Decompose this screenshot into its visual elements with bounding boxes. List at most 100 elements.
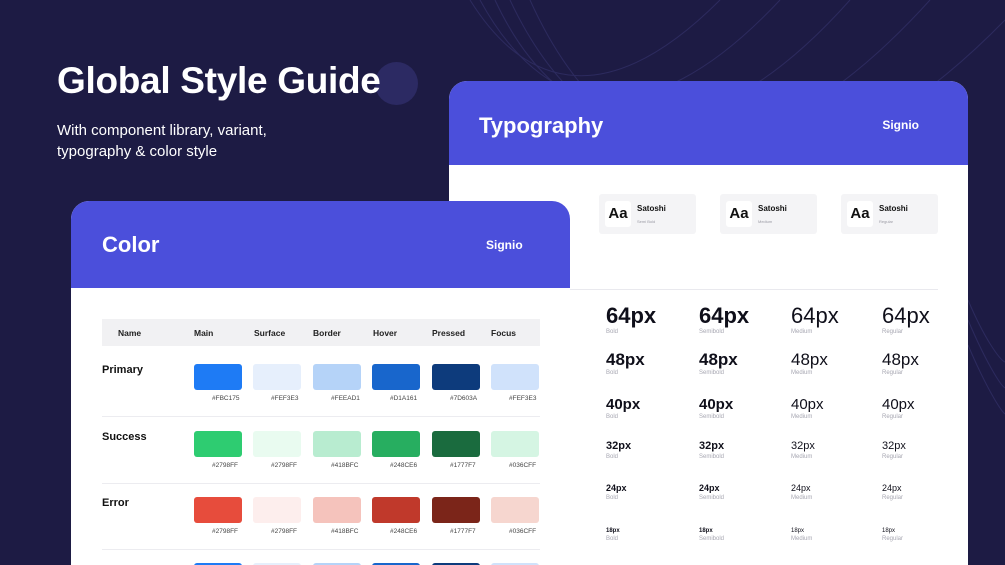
type-sample: 40px Bold: [606, 397, 640, 420]
type-weight-label: Bold: [606, 329, 619, 335]
font-glyph: Aa: [847, 201, 873, 227]
color-swatch[interactable]: [253, 364, 301, 390]
color-swatch[interactable]: [313, 431, 361, 457]
type-sample: 24px Medium: [791, 483, 812, 502]
color-hex-label: #FBC175: [212, 395, 240, 402]
color-swatch[interactable]: [372, 497, 420, 523]
column-header-surface: Surface: [254, 328, 286, 338]
type-size-label: 64px: [882, 303, 930, 328]
brand-name: Signio: [486, 238, 523, 252]
color-hex-label: #248CE6: [390, 528, 418, 535]
column-header-pressed: Pressed: [432, 328, 466, 338]
color-swatch[interactable]: [253, 497, 301, 523]
font-weight: Regular: [879, 219, 894, 224]
type-size-label: 24px: [791, 483, 811, 493]
type-sample: 18px Medium: [791, 528, 812, 542]
type-size-label: 24px: [606, 483, 627, 493]
color-hex-label: #2798FF: [271, 462, 298, 469]
font-name: Satoshi: [879, 204, 908, 213]
type-sample: 24px Bold: [606, 483, 627, 502]
font-name: Satoshi: [758, 204, 787, 213]
color-swatch[interactable]: [194, 364, 242, 390]
column-header-border: Border: [313, 328, 341, 338]
brand-name: Signio: [882, 118, 919, 132]
color-table-header: Name Main Surface Border Hover Pressed F…: [102, 319, 540, 346]
type-size-label: 18px: [699, 528, 713, 534]
type-weight-label: Medium: [791, 414, 813, 420]
type-weight-label: Semibold: [699, 536, 725, 542]
type-weight-label: Medium: [791, 329, 813, 335]
color-swatch[interactable]: [432, 497, 480, 523]
color-swatch[interactable]: [313, 497, 361, 523]
type-size-label: 18px: [606, 528, 620, 534]
color-swatch[interactable]: [194, 497, 242, 523]
font-sample[interactable]: Aa Satoshi Regular: [841, 194, 938, 234]
type-sample: 48px Bold: [606, 351, 645, 376]
type-sample: 40px Regular: [882, 397, 915, 420]
color-hex-label: #FEF3E3: [509, 395, 537, 402]
color-hex-label: #7D603A: [450, 395, 478, 402]
type-weight-label: Bold: [606, 495, 619, 501]
type-size-label: 40px: [882, 396, 915, 413]
type-size-label: 18px: [791, 528, 805, 534]
type-size-label: 32px: [699, 440, 725, 452]
type-size-label: 18px: [882, 528, 896, 534]
color-swatch[interactable]: [313, 364, 361, 390]
type-sample: 64px Semibold: [699, 305, 749, 336]
type-size-label: 24px: [699, 483, 720, 493]
column-header-name: Name: [118, 328, 142, 338]
color-swatch[interactable]: [432, 364, 480, 390]
type-weight-label: Regular: [882, 329, 904, 335]
color-card: Color Signio Name Main Surface Border Ho…: [71, 201, 570, 565]
color-swatch[interactable]: [432, 431, 480, 457]
color-hex-label: #418BFC: [331, 528, 359, 535]
type-weight-label: Semibold: [699, 414, 725, 420]
type-sample: 32px Bold: [606, 441, 631, 461]
font-sample[interactable]: Aa Satoshi Semi Bold: [599, 194, 696, 234]
type-size-label: 24px: [882, 483, 902, 493]
font-sample[interactable]: Aa Satoshi Medium: [720, 194, 817, 234]
font-weight: Semi Bold: [637, 219, 656, 224]
color-swatch[interactable]: [491, 497, 539, 523]
type-sample: 48px Medium: [791, 351, 828, 376]
color-hex-label: #248CE6: [390, 462, 418, 469]
font-weight: Medium: [758, 219, 773, 224]
color-hex-label: #D1A161: [390, 395, 418, 402]
color-swatch[interactable]: [253, 431, 301, 457]
font-glyph: Aa: [605, 201, 631, 227]
type-size-label: 40px: [791, 396, 824, 413]
color-hex-label: #1777F7: [450, 462, 476, 469]
type-weight-label: Regular: [882, 414, 904, 420]
type-weight-label: Medium: [791, 370, 813, 376]
color-swatch[interactable]: [491, 364, 539, 390]
color-swatch[interactable]: [491, 431, 539, 457]
type-weight-label: Regular: [882, 536, 904, 542]
type-weight-label: Medium: [791, 454, 813, 460]
decorative-circle: [375, 62, 418, 105]
column-header-focus: Focus: [491, 328, 517, 338]
type-size-label: 48px: [791, 350, 828, 369]
font-name: Satoshi: [637, 204, 666, 213]
color-swatch[interactable]: [372, 364, 420, 390]
type-sample: 32px Medium: [791, 441, 815, 461]
color-hex-label: #036CFF: [509, 528, 537, 535]
column-header-hover: Hover: [373, 328, 398, 338]
type-sample: 24px Semibold: [699, 483, 724, 502]
type-sample: 18px Regular: [882, 528, 903, 542]
color-swatch[interactable]: [372, 431, 420, 457]
type-sample: 24px Regular: [882, 483, 903, 502]
color-swatch[interactable]: [194, 431, 242, 457]
type-sample: 18px Bold: [606, 528, 620, 542]
color-hex-label: #2798FF: [212, 462, 239, 469]
type-sample: 64px Bold: [606, 305, 656, 336]
color-row-name: Success: [102, 431, 147, 443]
type-size-label: 40px: [606, 396, 641, 413]
row-divider: [102, 549, 540, 550]
type-sample: 40px Medium: [791, 397, 824, 420]
color-hex-label: #FEEAD1: [331, 395, 360, 402]
typography-card-title: Typography: [479, 113, 604, 138]
type-weight-label: Semibold: [699, 370, 725, 376]
color-hex-label: #2798FF: [271, 528, 298, 535]
typography-card-header: Typography Signio: [449, 81, 968, 165]
type-sample: 18px Semibold: [699, 528, 724, 542]
